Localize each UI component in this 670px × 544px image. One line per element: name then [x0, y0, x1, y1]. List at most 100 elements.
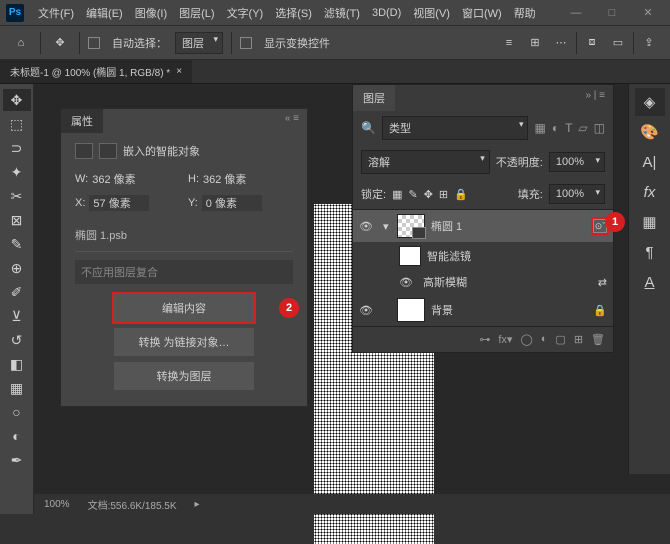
- filter-type-dropdown[interactable]: 类型: [382, 116, 529, 140]
- convert-linked-button[interactable]: 转换 为链接对象…: [114, 328, 254, 356]
- menu-select[interactable]: 选择(S): [269, 5, 318, 21]
- move-tool[interactable]: ✥: [3, 89, 31, 111]
- new-layer-icon[interactable]: ⊞: [574, 333, 583, 346]
- history-tool[interactable]: ↺: [3, 329, 31, 351]
- layer-thumbnail[interactable]: [397, 214, 425, 238]
- layer-row-background[interactable]: 👁 背景 🔒: [353, 294, 613, 326]
- y-input[interactable]: [202, 195, 262, 211]
- layers-dock-icon[interactable]: ◈: [635, 88, 665, 116]
- glyphs-dock-icon[interactable]: A|: [635, 148, 665, 176]
- layer-row-ellipse[interactable]: 👁 ▾ 椭圆 1 ⊙ˇ 1: [353, 210, 613, 242]
- h-value[interactable]: 362 像素: [203, 171, 246, 187]
- status-arrow-icon[interactable]: ▸: [195, 499, 200, 510]
- lock-all-icon[interactable]: 🔒: [454, 188, 468, 201]
- mask-icon[interactable]: ◯: [520, 333, 532, 346]
- eraser-tool[interactable]: ◧: [3, 353, 31, 375]
- filter-text-icon[interactable]: T: [565, 121, 572, 135]
- fill-dropdown[interactable]: 100%: [549, 184, 605, 204]
- group-icon[interactable]: ▢: [555, 333, 565, 346]
- menu-window[interactable]: 窗口(W): [456, 5, 508, 21]
- 3d-icon[interactable]: ⧈: [581, 32, 603, 54]
- menu-file[interactable]: 文件(F): [32, 5, 80, 21]
- pen-tool[interactable]: ✒: [3, 449, 31, 471]
- delete-icon[interactable]: 🗑: [591, 333, 605, 346]
- zoom-level[interactable]: 100%: [44, 499, 70, 510]
- layer-thumbnail[interactable]: [397, 298, 425, 322]
- maximize-button[interactable]: □: [596, 3, 628, 23]
- home-icon[interactable]: ⌂: [10, 32, 32, 54]
- menu-type[interactable]: 文字(Y): [221, 5, 270, 21]
- filter-settings-icon[interactable]: ⇄: [598, 276, 607, 289]
- filter-shape-icon[interactable]: ▱: [578, 121, 587, 135]
- search-icon[interactable]: 🔍: [361, 121, 376, 135]
- lock-trans-icon[interactable]: ▦: [392, 188, 402, 201]
- blur-tool[interactable]: ○: [3, 401, 31, 423]
- arrange-icon[interactable]: ▭: [607, 32, 629, 54]
- visibility-icon[interactable]: 👁: [359, 304, 377, 317]
- minimize-button[interactable]: —: [560, 3, 592, 23]
- show-transform-checkbox[interactable]: [240, 37, 252, 49]
- visibility-icon[interactable]: 👁: [399, 276, 417, 289]
- convert-layer-button[interactable]: 转换为图层: [114, 362, 254, 390]
- auto-select-checkbox[interactable]: [88, 37, 100, 49]
- color-dock-icon[interactable]: 🎨: [635, 118, 665, 146]
- adjustment-icon[interactable]: ◐: [541, 333, 548, 346]
- stamp-tool[interactable]: ⊻: [3, 305, 31, 327]
- layers-menu-icon[interactable]: » | ≡: [577, 85, 613, 106]
- tab-close-icon[interactable]: ×: [176, 66, 182, 77]
- wand-tool[interactable]: ✦: [3, 161, 31, 183]
- document-tab[interactable]: 未标题-1 @ 100% (椭圆 1, RGB/8) * ×: [0, 60, 192, 83]
- marquee-tool[interactable]: ⬚: [3, 113, 31, 135]
- auto-select-dropdown[interactable]: 图层: [175, 32, 223, 54]
- source-file[interactable]: 椭圆 1.psb: [75, 219, 293, 252]
- layer-row-gaussian[interactable]: 👁 高斯模糊 ⇄: [353, 270, 613, 294]
- x-input[interactable]: [89, 195, 149, 211]
- filter-adjust-icon[interactable]: ◐: [552, 121, 559, 135]
- edit-contents-button[interactable]: 编辑内容: [114, 294, 254, 322]
- menu-view[interactable]: 视图(V): [407, 5, 456, 21]
- w-value[interactable]: 362 像素: [92, 171, 135, 187]
- filter-smart-icon[interactable]: ◫: [594, 121, 605, 135]
- lock-pos-icon[interactable]: ✥: [424, 188, 433, 201]
- fx-dock-icon[interactable]: fx: [635, 178, 665, 206]
- character-dock-icon[interactable]: A: [635, 268, 665, 296]
- share-icon[interactable]: ⇪: [638, 32, 660, 54]
- layers-tab[interactable]: 图层: [353, 85, 395, 111]
- properties-tab[interactable]: 属性: [61, 109, 103, 133]
- lock-paint-icon[interactable]: ✎: [408, 188, 417, 201]
- panel-collapse-icon[interactable]: « ≡: [277, 109, 307, 128]
- move-tool-icon[interactable]: ✥: [49, 32, 71, 54]
- heal-tool[interactable]: ⊕: [3, 257, 31, 279]
- visibility-icon[interactable]: 👁: [359, 220, 377, 233]
- expand-icon[interactable]: ▾: [383, 220, 391, 233]
- menu-filter[interactable]: 滤镜(T): [318, 5, 366, 21]
- brush-tool[interactable]: ✐: [3, 281, 31, 303]
- lasso-tool[interactable]: ⊃: [3, 137, 31, 159]
- fx-icon[interactable]: fx▾: [498, 333, 512, 346]
- menu-help[interactable]: 帮助: [508, 5, 542, 21]
- align2-icon[interactable]: ⊞: [524, 32, 546, 54]
- dodge-tool[interactable]: ◐: [3, 425, 31, 447]
- layer-name[interactable]: 椭圆 1: [431, 218, 462, 234]
- layer-comp-dropdown[interactable]: 不应用图层复合: [75, 260, 293, 284]
- filter-mask-thumb[interactable]: [399, 246, 421, 266]
- lock-nest-icon[interactable]: ⊞: [439, 188, 448, 201]
- gradient-tool[interactable]: ▦: [3, 377, 31, 399]
- filter-name[interactable]: 高斯模糊: [423, 274, 467, 290]
- swatches-dock-icon[interactable]: ▦: [635, 208, 665, 236]
- blend-mode-dropdown[interactable]: 溶解: [361, 150, 490, 174]
- frame-tool[interactable]: ⊠: [3, 209, 31, 231]
- eyedropper-tool[interactable]: ✎: [3, 233, 31, 255]
- menu-layer[interactable]: 图层(L): [173, 5, 220, 21]
- menu-edit[interactable]: 编辑(E): [80, 5, 129, 21]
- menu-3d[interactable]: 3D(D): [366, 7, 407, 19]
- align3-icon[interactable]: ⋯: [550, 32, 572, 54]
- layer-name[interactable]: 背景: [431, 302, 453, 318]
- opacity-dropdown[interactable]: 100%: [549, 152, 605, 172]
- paragraph-dock-icon[interactable]: ¶: [635, 238, 665, 266]
- link-layers-icon[interactable]: ⊶: [479, 333, 490, 346]
- crop-tool[interactable]: ✂: [3, 185, 31, 207]
- menu-image[interactable]: 图像(I): [129, 5, 173, 21]
- align-icon[interactable]: ≡: [498, 32, 520, 54]
- layer-row-smartfilter[interactable]: 智能滤镜: [353, 242, 613, 270]
